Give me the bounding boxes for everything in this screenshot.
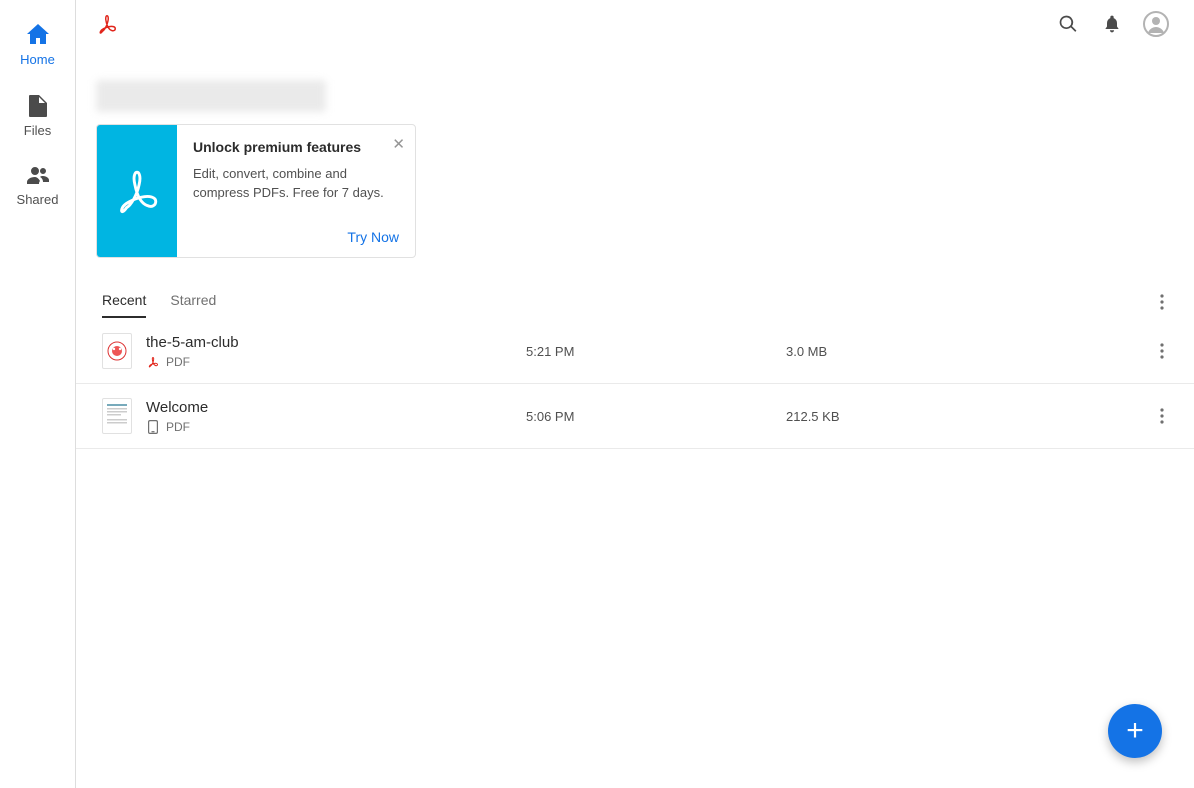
file-time: 5:06 PM [526, 409, 786, 424]
file-thumbnail [102, 398, 132, 434]
tabs-row: Recent Starred [102, 286, 1174, 319]
more-vertical-icon [1160, 408, 1164, 424]
file-type: PDF [166, 355, 190, 369]
files-more-button[interactable] [1150, 290, 1174, 314]
sidebar-item-shared[interactable]: Shared [0, 156, 75, 225]
file-thumbnail [102, 333, 132, 369]
bell-icon [1102, 14, 1122, 34]
profile-button[interactable] [1138, 6, 1174, 42]
file-name: Welcome [146, 399, 526, 416]
file-name: the-5-am-club [146, 334, 526, 351]
home-icon [25, 22, 51, 46]
sidebar-item-home[interactable]: Home [0, 12, 75, 85]
promo-body: Edit, convert, combine and compress PDFs… [193, 165, 399, 203]
sidebar-item-label: Files [24, 123, 51, 138]
promo-title: Unlock premium features [193, 139, 399, 155]
promo-cta-link[interactable]: Try Now [347, 229, 399, 245]
promo-graphic [97, 125, 177, 257]
close-icon: ✕ [392, 136, 405, 153]
more-vertical-icon [1160, 294, 1164, 310]
file-row[interactable]: Welcome PDF 5:06 PM 212.5 KB [76, 384, 1194, 449]
promo-close-button[interactable]: ✕ [392, 135, 405, 153]
sidebar-item-files[interactable]: Files [0, 85, 75, 156]
sidebar-item-label: Home [20, 52, 55, 67]
acrobat-white-icon [112, 166, 162, 216]
tab-starred[interactable]: Starred [170, 286, 216, 318]
search-icon [1058, 14, 1078, 34]
file-icon [29, 95, 47, 117]
pdf-icon [146, 355, 160, 369]
new-document-fab[interactable]: + [1108, 704, 1162, 758]
notifications-button[interactable] [1094, 6, 1130, 42]
acrobat-logo-icon [96, 13, 118, 35]
search-button[interactable] [1050, 6, 1086, 42]
file-size: 3.0 MB [786, 344, 1150, 359]
file-type: PDF [166, 420, 190, 434]
tab-recent[interactable]: Recent [102, 286, 146, 318]
plus-icon: + [1126, 714, 1144, 748]
device-icon [146, 420, 160, 434]
promo-card: ✕ Unlock premium features Edit, convert,… [96, 124, 416, 258]
file-time: 5:21 PM [526, 344, 786, 359]
sidebar: Home Files Shared [0, 0, 76, 788]
shared-icon [27, 166, 49, 186]
main-area: ✕ Unlock premium features Edit, convert,… [76, 0, 1194, 788]
file-more-button[interactable] [1150, 339, 1174, 363]
sidebar-item-label: Shared [17, 192, 59, 207]
profile-icon [1142, 10, 1170, 38]
file-row[interactable]: the-5-am-club PDF 5:21 PM 3.0 MB [76, 319, 1194, 384]
more-vertical-icon [1160, 343, 1164, 359]
welcome-heading-redacted [96, 80, 326, 112]
file-size: 212.5 KB [786, 409, 1150, 424]
file-more-button[interactable] [1150, 404, 1174, 428]
topbar [76, 0, 1194, 48]
